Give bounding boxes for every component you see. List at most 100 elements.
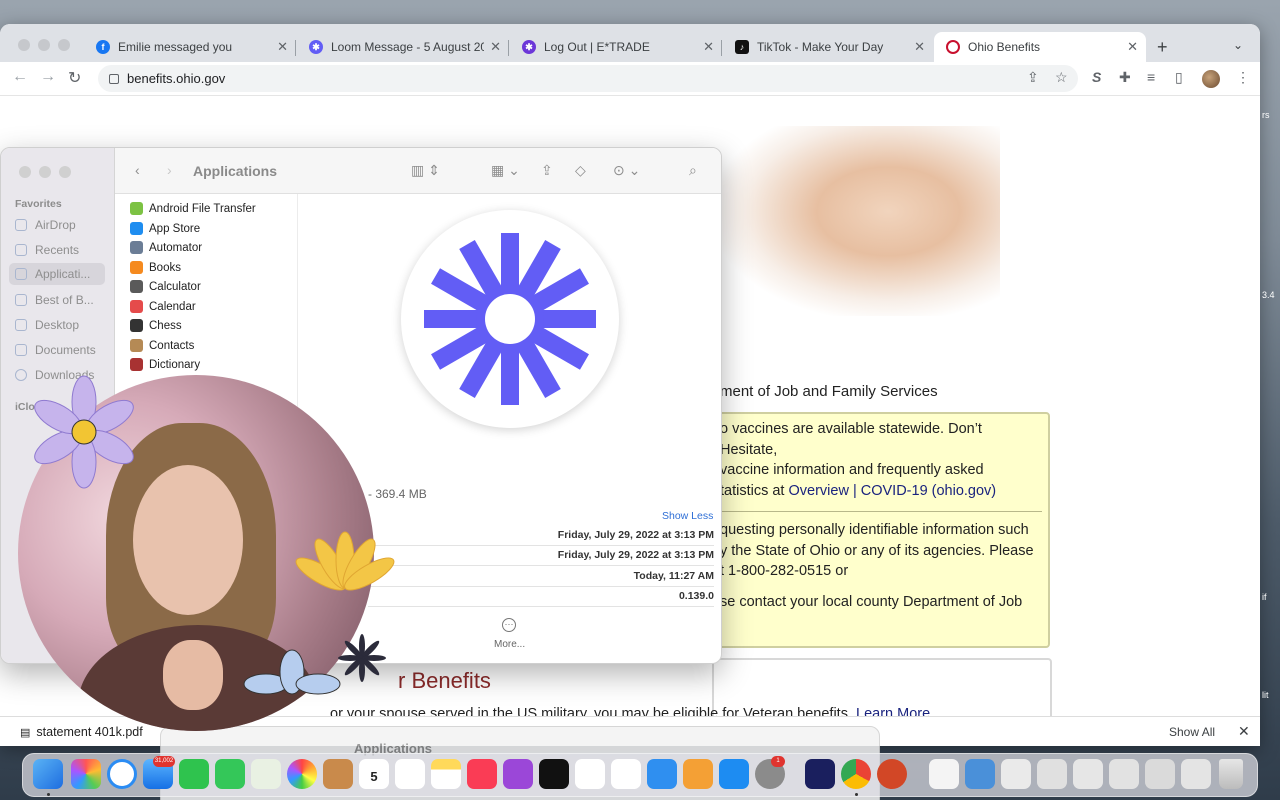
notice-line: questing personally identifiable informa… [720, 522, 1029, 538]
close-tab-icon[interactable]: ✕ [490, 39, 501, 55]
close-tab-icon[interactable]: ✕ [914, 39, 925, 55]
close-window-button[interactable] [19, 166, 31, 178]
powerpoint-dock-icon[interactable] [877, 759, 907, 789]
window-thumbnail-dock-icon[interactable] [1181, 759, 1211, 789]
tab-tiktok[interactable]: ♪ TikTok - Make Your Day ✕ [723, 32, 933, 62]
applications-folder-dock-icon[interactable] [965, 759, 995, 789]
more-button[interactable]: More... [494, 639, 525, 650]
tab-title: Ohio Benefits [968, 40, 1041, 54]
learn-more-link[interactable]: Learn More. [856, 706, 934, 716]
tab-loom[interactable]: ✱ Loom Message - 5 August 2022 ✕ [297, 32, 509, 62]
list-item[interactable]: Contacts [130, 339, 194, 352]
close-tab-icon[interactable]: ✕ [703, 39, 714, 55]
column-view-icon[interactable]: ▥ ⇕ [411, 162, 440, 179]
finder-dock-icon[interactable] [33, 759, 63, 789]
notes-dock-icon[interactable] [431, 759, 461, 789]
music-dock-icon[interactable] [467, 759, 497, 789]
new-tab-button[interactable]: + [1157, 37, 1168, 58]
list-item[interactable]: Books [130, 261, 181, 274]
list-item[interactable]: Calendar [130, 300, 196, 313]
document-stack-dock-icon[interactable] [929, 759, 959, 789]
extension-s-icon[interactable]: S [1092, 69, 1101, 85]
forward-chevron-icon[interactable]: › [167, 162, 172, 178]
window-thumbnail-dock-icon[interactable] [1001, 759, 1031, 789]
close-tab-icon[interactable]: ✕ [1127, 39, 1138, 55]
news-dock-icon[interactable] [575, 759, 605, 789]
zoom-app-dock-icon[interactable] [805, 759, 835, 789]
back-chevron-icon[interactable]: ‹ [135, 162, 140, 178]
list-item[interactable]: App Store [130, 222, 200, 235]
minimize-window-button[interactable] [39, 166, 51, 178]
search-icon[interactable]: ⌕ [689, 162, 697, 179]
side-panel-icon[interactable]: ▯ [1175, 69, 1183, 86]
contacts-dock-icon[interactable] [323, 759, 353, 789]
folder-icon [15, 294, 27, 306]
photos-dock-icon[interactable] [287, 759, 317, 789]
maps-dock-icon[interactable] [251, 759, 281, 789]
close-download-bar-icon[interactable]: ✕ [1238, 723, 1250, 740]
minimize-window-button[interactable] [38, 39, 50, 51]
more-ellipsis-icon[interactable]: ⋯ [502, 618, 516, 632]
sidebar-item-applications[interactable]: Applicati... [9, 263, 105, 285]
tab-ohio-benefits[interactable]: Ohio Benefits ✕ [934, 32, 1146, 62]
tab-etrade[interactable]: ✱ Log Out | E*TRADE ✕ [510, 32, 722, 62]
sidebar-item-desktop[interactable]: Desktop [15, 318, 79, 332]
reload-icon[interactable]: ↻ [68, 68, 81, 88]
keynote-dock-icon[interactable] [647, 759, 677, 789]
sidebar-item-best-of[interactable]: Best of B... [15, 293, 94, 307]
sidebar-item-documents[interactable]: Documents [15, 343, 96, 357]
media-queue-icon[interactable]: ≡ [1147, 69, 1155, 85]
tab-facebook[interactable]: f Emilie messaged you ✕ [84, 32, 296, 62]
covid-overview-link[interactable]: Overview | COVID-19 (ohio.gov) [789, 483, 997, 499]
show-all-downloads-button[interactable]: Show All [1169, 725, 1215, 739]
facetime-dock-icon[interactable] [179, 759, 209, 789]
safari-dock-icon[interactable] [107, 759, 137, 789]
share-icon[interactable]: ⇪ [541, 162, 553, 179]
app-store-dock-icon[interactable] [719, 759, 749, 789]
pages-dock-icon[interactable] [683, 759, 713, 789]
tab-search-chevron-icon[interactable]: ⌄ [1233, 38, 1243, 52]
zoom-window-button[interactable] [59, 166, 71, 178]
window-thumbnail-dock-icon[interactable] [1145, 759, 1175, 789]
chess-icon [130, 319, 143, 332]
numbers-dock-icon[interactable] [611, 759, 641, 789]
window-thumbnail-dock-icon[interactable] [1037, 759, 1067, 789]
finder-toolbar: ‹ › Applications ▥ ⇕ ▦ ⌄ ⇪ ◇ ⊙ ⌄ ⌕ [115, 148, 721, 194]
forward-arrow-icon[interactable]: → [40, 68, 56, 86]
kebab-menu-icon[interactable]: ⋮ [1236, 69, 1250, 86]
podcasts-dock-icon[interactable] [503, 759, 533, 789]
apple-tv-dock-icon[interactable] [539, 759, 569, 789]
more-actions-icon[interactable]: ⊙ ⌄ [613, 162, 640, 179]
messages-dock-icon[interactable] [215, 759, 245, 789]
share-icon[interactable]: ⇪ [1027, 69, 1039, 86]
sidebar-item-recents[interactable]: Recents [15, 243, 79, 257]
zoom-window-button[interactable] [58, 39, 70, 51]
notice-line: o vaccines are available statewide. Don’… [720, 421, 982, 458]
trash-dock-icon[interactable] [1219, 759, 1243, 789]
list-item[interactable]: Calculator [130, 280, 201, 293]
close-tab-icon[interactable]: ✕ [277, 39, 288, 55]
close-window-button[interactable] [18, 39, 30, 51]
tag-icon[interactable]: ◇ [575, 162, 586, 179]
reminders-dock-icon[interactable] [395, 759, 425, 789]
tab-strip: f Emilie messaged you ✕ ✱ Loom Message -… [0, 24, 1260, 62]
chrome-dock-icon[interactable] [841, 759, 871, 789]
show-less-link[interactable]: Show Less [662, 510, 713, 522]
airdrop-icon [15, 219, 27, 231]
list-item[interactable]: Android File Transfer [130, 202, 256, 215]
back-arrow-icon[interactable]: ← [12, 68, 28, 86]
bookmark-star-icon[interactable]: ☆ [1055, 69, 1068, 86]
calendar-dock-icon[interactable]: 5 [359, 759, 389, 789]
profile-avatar[interactable] [1202, 70, 1220, 88]
extensions-puzzle-icon[interactable]: ✚ [1119, 69, 1131, 86]
address-bar[interactable]: benefits.ohio.gov [98, 65, 1078, 92]
window-thumbnail-dock-icon[interactable] [1109, 759, 1139, 789]
list-item[interactable]: Chess [130, 319, 182, 332]
list-item[interactable]: Automator [130, 241, 202, 254]
notice-line: y the State of Ohio or any of its agenci… [720, 542, 1034, 559]
launchpad-dock-icon[interactable] [71, 759, 101, 789]
window-thumbnail-dock-icon[interactable] [1073, 759, 1103, 789]
group-grid-icon[interactable]: ▦ ⌄ [491, 162, 520, 179]
sidebar-item-airdrop[interactable]: AirDrop [15, 218, 76, 232]
flower-decoration [34, 375, 395, 695]
